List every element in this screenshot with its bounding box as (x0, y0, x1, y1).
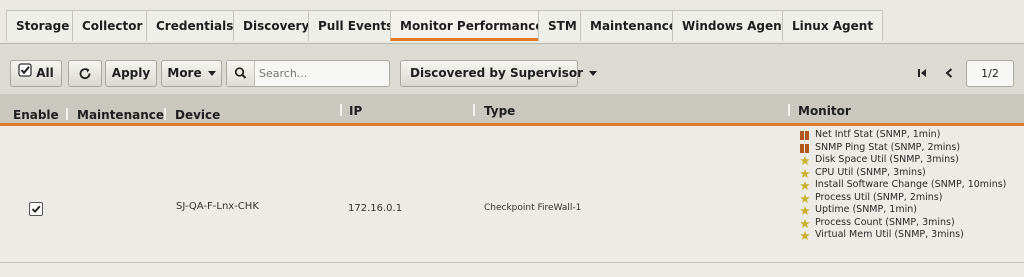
column-monitor[interactable]: Monitor (798, 104, 851, 118)
star-icon (800, 193, 810, 203)
monitor-label: SNMP Ping Stat (SNMP, 2mins) (815, 141, 961, 153)
monitor-item: Uptime (SNMP, 1min) (800, 204, 1006, 217)
monitor-label: Net Intf Stat (SNMP, 1min) (815, 129, 941, 140)
monitor-item: Install Software Change (SNMP, 10mins) (800, 179, 1006, 192)
tab-monitor-performance[interactable]: Monitor Performance (390, 10, 554, 41)
tab-linux-agent[interactable]: Linux Agent (782, 10, 884, 41)
table-header: Enable Maintenance Device IP Type Monito… (0, 94, 1024, 126)
star-icon (800, 218, 810, 228)
monitor-label: Process Util (SNMP, 2mins) (815, 191, 943, 203)
column-device[interactable]: Device (175, 108, 220, 122)
enable-checkbox[interactable] (29, 202, 43, 216)
column-enable[interactable]: Enable (13, 108, 59, 122)
search-box[interactable] (226, 60, 390, 87)
chevron-left-icon (944, 65, 954, 79)
supervisor-filter-label: Discovered by Supervisor (410, 66, 584, 80)
device-ip: 172.16.0.1 (348, 203, 403, 214)
column-ip[interactable]: IP (349, 104, 362, 118)
column-divider (66, 108, 68, 120)
monitor-item: SNMP Ping Stat (SNMP, 2mins) (800, 142, 1006, 155)
monitor-label: Disk Space Util (SNMP, 3mins) (815, 154, 959, 165)
monitor-label: CPU Util (SNMP, 3mins) (815, 166, 926, 178)
tab-credentials[interactable]: Credentials (146, 10, 244, 41)
device-table-body: SJ-QA-F-Lnx-CHK 172.16.0.1 Checkpoint Fi… (0, 126, 1024, 277)
tab-windows-agent[interactable]: Windows Agent (672, 10, 798, 41)
monitor-item: Net Intf Stat (SNMP, 1min) (800, 129, 1006, 142)
bar-chart-icon (800, 143, 810, 153)
bar-chart-icon (800, 131, 810, 140)
search-icon[interactable] (227, 61, 255, 86)
first-page-button[interactable] (910, 60, 934, 87)
tab-collector[interactable]: Collector (72, 10, 153, 41)
monitor-label: Uptime (SNMP, 1min) (815, 204, 917, 215)
column-type[interactable]: Type (484, 104, 515, 118)
refresh-icon (78, 66, 92, 80)
star-icon (800, 168, 810, 178)
column-maintenance[interactable]: Maintenance (77, 108, 164, 122)
toolbar: All Apply More Discovered by Supervisor … (0, 44, 1024, 94)
star-icon (800, 156, 810, 165)
monitor-item: CPU Util (SNMP, 3mins) (800, 167, 1006, 180)
device-name: SJ-QA-F-Lnx-CHK (176, 201, 259, 212)
column-divider (340, 104, 342, 116)
checkbox-icon (18, 61, 32, 86)
monitor-item: Virtual Mem Util (SNMP, 3mins) (800, 229, 1006, 242)
chevron-down-icon (589, 71, 598, 76)
first-page-icon (916, 65, 928, 79)
monitor-label: Process Count (SNMP, 3mins) (815, 216, 955, 228)
supervisor-filter-dropdown[interactable]: Discovered by Supervisor (400, 60, 598, 87)
more-label: More (167, 66, 202, 80)
apply-button[interactable]: Apply (105, 60, 157, 87)
prev-page-button[interactable] (938, 60, 960, 87)
device-type: Checkpoint FireWall-1 (484, 203, 582, 213)
more-button[interactable]: More (161, 60, 222, 87)
monitor-item: Process Util (SNMP, 2mins) (800, 192, 1006, 205)
select-all-label: All (36, 66, 54, 80)
search-input[interactable] (257, 63, 385, 84)
star-icon (800, 206, 810, 215)
column-divider (788, 104, 790, 116)
table-bottom-divider (0, 262, 1024, 263)
monitor-list: Net Intf Stat (SNMP, 1min) SNMP Ping Sta… (800, 129, 1006, 242)
star-icon (800, 231, 810, 240)
tab-storage[interactable]: Storage (6, 10, 80, 41)
page-indicator: 1/2 (966, 60, 1014, 87)
column-divider (164, 108, 166, 120)
select-all-button[interactable]: All (10, 60, 62, 87)
tab-maintenance[interactable]: Maintenance (580, 10, 688, 41)
tab-discovery[interactable]: Discovery (233, 10, 320, 41)
tab-bar: Storage Collector Credentials Discovery … (0, 0, 1024, 44)
monitor-label: Install Software Change (SNMP, 10mins) (815, 179, 1007, 190)
refresh-button[interactable] (68, 60, 102, 87)
monitor-label: Virtual Mem Util (SNMP, 3mins) (815, 229, 964, 240)
star-icon (800, 181, 810, 190)
monitor-item: Disk Space Util (SNMP, 3mins) (800, 154, 1006, 167)
monitor-item: Process Count (SNMP, 3mins) (800, 217, 1006, 230)
chevron-down-icon (207, 71, 216, 76)
column-divider (473, 104, 475, 116)
